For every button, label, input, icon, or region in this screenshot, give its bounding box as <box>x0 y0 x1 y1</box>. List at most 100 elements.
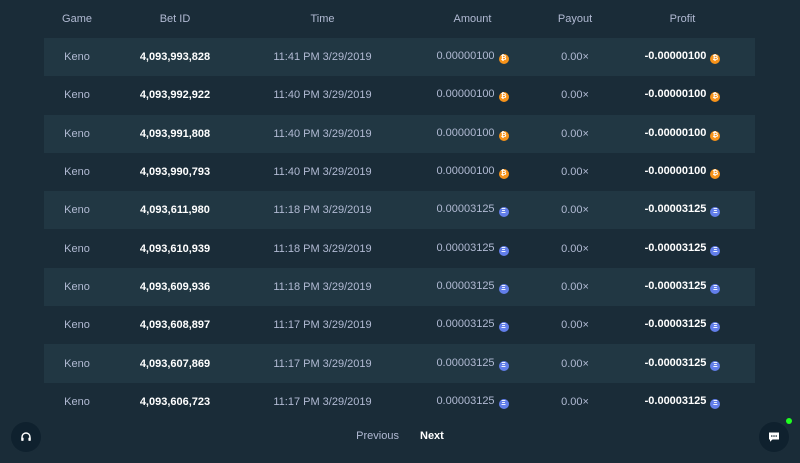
cell-game-text: Keno <box>64 127 90 140</box>
cell-time: 11:40 PM 3/29/2019 <box>240 114 405 153</box>
cell-profit: -0.00003125 Ξ <box>610 344 755 383</box>
table-row[interactable]: Keno 4,093,611,980 11:18 PM 3/29/2019 0.000… <box>44 191 755 230</box>
cell-amount-text: 0.00003125 <box>436 279 495 292</box>
cell-time: 11:18 PM 3/29/2019 <box>240 267 405 307</box>
cell-payout: 0.00× <box>540 344 610 383</box>
cell-profit: -0.00003125 Ξ <box>610 229 755 268</box>
cell-payout: 0.00× <box>540 76 610 115</box>
cell-bet-id-text: 4,093,990,793 <box>139 166 211 179</box>
column-header-game: Game <box>62 13 92 25</box>
cell-amount: 0.00003125 Ξ <box>405 382 540 421</box>
cell-bet-id: 4,093,606,723 <box>110 382 240 421</box>
ethereum-icon: Ξ <box>498 398 509 409</box>
cell-amount: 0.00003125 Ξ <box>405 229 540 268</box>
ethereum-icon: Ξ <box>710 207 721 218</box>
cell-game-text: Keno <box>64 89 90 102</box>
cell-profit: -0.00003125 Ξ <box>610 382 755 421</box>
pagination: Previous Next <box>0 430 800 442</box>
cell-profit-text: -0.00000100 <box>644 165 707 178</box>
cell-game: Keno <box>44 229 110 268</box>
cell-time-text: 11:18 PM 3/29/2019 <box>273 280 372 293</box>
cell-time-text: 11:18 PM 3/29/2019 <box>273 204 372 217</box>
cell-game: Keno <box>44 76 110 115</box>
bitcoin-icon: ₿ <box>710 92 721 103</box>
cell-time-text: 11:41 PM 3/29/2019 <box>273 51 372 64</box>
cell-time: 11:40 PM 3/29/2019 <box>240 76 405 115</box>
cell-time-text: 11:18 PM 3/29/2019 <box>273 242 372 255</box>
cell-game: Keno <box>44 382 110 421</box>
table-row[interactable]: Keno 4,093,991,808 11:40 PM 3/29/2019 0.000… <box>44 114 755 153</box>
ethereum-icon: Ξ <box>710 283 721 294</box>
cell-profit: -0.00000100 ₿ <box>610 76 755 115</box>
cell-profit: -0.00000100 ₿ <box>610 152 755 192</box>
table-row[interactable]: Keno 4,093,608,897 11:17 PM 3/29/2019 0.000… <box>44 306 755 345</box>
cell-amount-text: 0.00000100 <box>436 50 495 63</box>
column-header-payout: Payout <box>557 13 593 25</box>
bets-page: Game Bet ID Time Amount Payout Profit Ke… <box>0 0 800 463</box>
bitcoin-icon: ₿ <box>710 54 721 65</box>
cell-game-text: Keno <box>64 166 90 179</box>
headset-icon <box>21 432 31 441</box>
table-row[interactable]: Keno 4,093,610,939 11:18 PM 3/29/2019 0.000… <box>44 229 755 268</box>
cell-game: Keno <box>44 306 110 345</box>
cell-payout-text: 0.00× <box>561 242 589 255</box>
table-row[interactable]: Keno 4,093,992,922 11:40 PM 3/29/2019 0.000… <box>44 76 755 115</box>
support-button[interactable] <box>11 422 41 452</box>
next-button[interactable]: Next <box>420 430 444 442</box>
cell-amount-text: 0.00003125 <box>436 203 495 216</box>
bitcoin-icon: ₿ <box>710 169 721 180</box>
cell-payout: 0.00× <box>540 229 610 268</box>
bitcoin-icon: ₿ <box>498 169 509 180</box>
chat-button[interactable] <box>759 422 789 452</box>
cell-bet-id-text: 4,093,991,808 <box>139 127 211 140</box>
cell-amount: 0.00003125 Ξ <box>405 344 540 383</box>
cell-bet-id: 4,093,609,936 <box>110 267 240 307</box>
cell-game-text: Keno <box>64 319 90 332</box>
cell-time-text: 11:17 PM 3/29/2019 <box>273 357 372 370</box>
cell-amount: 0.00000100 ₿ <box>405 152 540 192</box>
cell-bet-id: 4,093,608,897 <box>110 306 240 345</box>
cell-profit-text: -0.00003125 <box>644 279 707 292</box>
cell-profit: -0.00003125 Ξ <box>610 267 755 307</box>
cell-bet-id-text: 4,093,609,936 <box>139 280 211 293</box>
cell-bet-id-text: 4,093,993,828 <box>139 51 211 64</box>
table-header-row: Game Bet ID Time Amount Payout Profit <box>44 0 755 38</box>
cell-time-text: 11:40 PM 3/29/2019 <box>273 89 372 102</box>
cell-payout-text: 0.00× <box>561 280 589 293</box>
cell-profit-text: -0.00003125 <box>644 241 707 254</box>
ethereum-icon: Ξ <box>710 245 721 256</box>
cell-amount: 0.00000100 ₿ <box>405 76 540 115</box>
cell-bet-id-text: 4,093,610,939 <box>139 242 211 255</box>
ethereum-icon: Ξ <box>710 360 721 371</box>
cell-game-text: Keno <box>64 204 90 217</box>
table-row[interactable]: Keno 4,093,990,793 11:40 PM 3/29/2019 0.000… <box>44 152 755 192</box>
table-row[interactable]: Keno 4,093,606,723 11:17 PM 3/29/2019 0.000… <box>44 382 755 421</box>
cell-amount-text: 0.00003125 <box>436 241 495 254</box>
cell-profit-text: -0.00000100 <box>644 126 707 139</box>
cell-bet-id-text: 4,093,606,723 <box>139 395 211 408</box>
previous-button[interactable]: Previous <box>356 430 399 442</box>
cell-game: Keno <box>44 191 110 230</box>
bitcoin-icon: ₿ <box>498 54 509 65</box>
cell-profit: -0.00003125 Ξ <box>610 191 755 230</box>
cell-payout-text: 0.00× <box>561 166 589 179</box>
cell-bet-id-text: 4,093,608,897 <box>139 319 211 332</box>
ethereum-icon: Ξ <box>498 283 509 294</box>
cell-game: Keno <box>44 267 110 307</box>
ethereum-icon: Ξ <box>498 245 509 256</box>
table-row[interactable]: Keno 4,093,993,828 11:41 PM 3/29/2019 0.000… <box>44 38 755 77</box>
ethereum-icon: Ξ <box>498 360 509 371</box>
table-row[interactable]: Keno 4,093,609,936 11:18 PM 3/29/2019 0.000… <box>44 267 755 307</box>
cell-payout: 0.00× <box>540 306 610 345</box>
cell-amount: 0.00003125 Ξ <box>405 267 540 307</box>
ethereum-icon: Ξ <box>498 207 509 218</box>
cell-amount: 0.00003125 Ξ <box>405 191 540 230</box>
cell-payout: 0.00× <box>540 114 610 153</box>
bitcoin-icon: ₿ <box>498 92 509 103</box>
cell-profit-text: -0.00003125 <box>644 203 707 216</box>
cell-payout: 0.00× <box>540 152 610 192</box>
cell-profit-text: -0.00003125 <box>644 394 707 407</box>
table-row[interactable]: Keno 4,093,607,869 11:17 PM 3/29/2019 0.000… <box>44 344 755 383</box>
cell-payout-text: 0.00× <box>561 395 589 408</box>
bitcoin-icon: ₿ <box>498 130 509 141</box>
